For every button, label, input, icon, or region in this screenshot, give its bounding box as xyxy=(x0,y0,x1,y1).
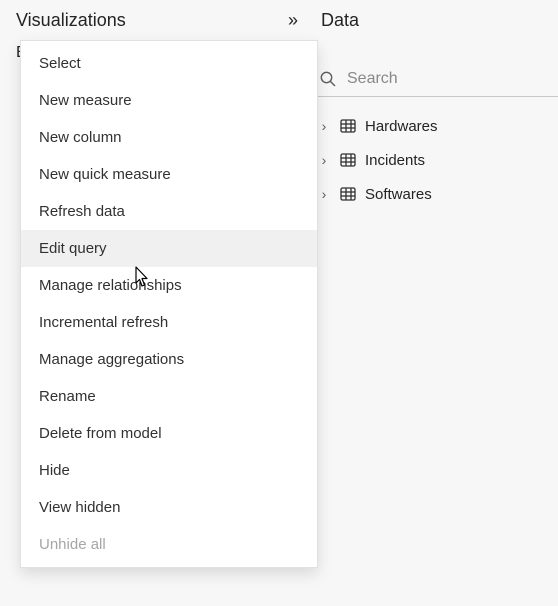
menu-item-new-quick-measure[interactable]: New quick measure xyxy=(21,156,317,193)
tables-list: › Hardwares › Incidents › Softwares xyxy=(305,97,558,211)
menu-item-refresh-data[interactable]: Refresh data xyxy=(21,193,317,230)
menu-item-select[interactable]: Select xyxy=(21,45,317,82)
menu-item-incremental-refresh[interactable]: Incremental refresh xyxy=(21,304,317,341)
visualizations-panel-title: Visualizations xyxy=(16,10,126,31)
menu-item-unhide-all: Unhide all xyxy=(21,526,317,563)
visualizations-panel-header: Visualizations » xyxy=(0,0,305,40)
menu-item-view-hidden[interactable]: View hidden xyxy=(21,489,317,526)
menu-item-manage-relationships[interactable]: Manage relationships xyxy=(21,267,317,304)
data-panel: Data › Hardwares › Incidents › Softwares xyxy=(305,0,558,606)
menu-item-hide[interactable]: Hide xyxy=(21,452,317,489)
table-icon xyxy=(339,185,357,203)
menu-item-rename[interactable]: Rename xyxy=(21,378,317,415)
data-panel-title: Data xyxy=(321,10,359,31)
menu-item-new-measure[interactable]: New measure xyxy=(21,82,317,119)
menu-item-edit-query[interactable]: Edit query xyxy=(21,230,317,267)
search-row xyxy=(305,64,558,97)
menu-item-delete-from-model[interactable]: Delete from model xyxy=(21,415,317,452)
table-name: Softwares xyxy=(365,186,432,203)
data-panel-header: Data xyxy=(305,0,558,40)
chevron-right-icon[interactable]: › xyxy=(317,186,331,202)
context-menu: SelectNew measureNew columnNew quick mea… xyxy=(20,40,318,568)
chevron-right-icon[interactable]: › xyxy=(317,152,331,168)
chevron-right-icon[interactable]: › xyxy=(317,118,331,134)
search-input[interactable] xyxy=(347,70,554,88)
table-icon xyxy=(339,117,357,135)
table-row[interactable]: › Incidents xyxy=(313,143,554,177)
table-row[interactable]: › Softwares xyxy=(313,177,554,211)
table-row[interactable]: › Hardwares xyxy=(313,109,554,143)
menu-item-new-column[interactable]: New column xyxy=(21,119,317,156)
table-icon xyxy=(339,151,357,169)
visualizations-panel: Visualizations » E SelectNew measureNew … xyxy=(0,0,305,606)
menu-item-manage-aggregations[interactable]: Manage aggregations xyxy=(21,341,317,378)
collapse-panel-icon[interactable]: » xyxy=(288,10,295,31)
table-name: Hardwares xyxy=(365,118,438,135)
table-name: Incidents xyxy=(365,152,425,169)
search-icon xyxy=(319,70,337,88)
